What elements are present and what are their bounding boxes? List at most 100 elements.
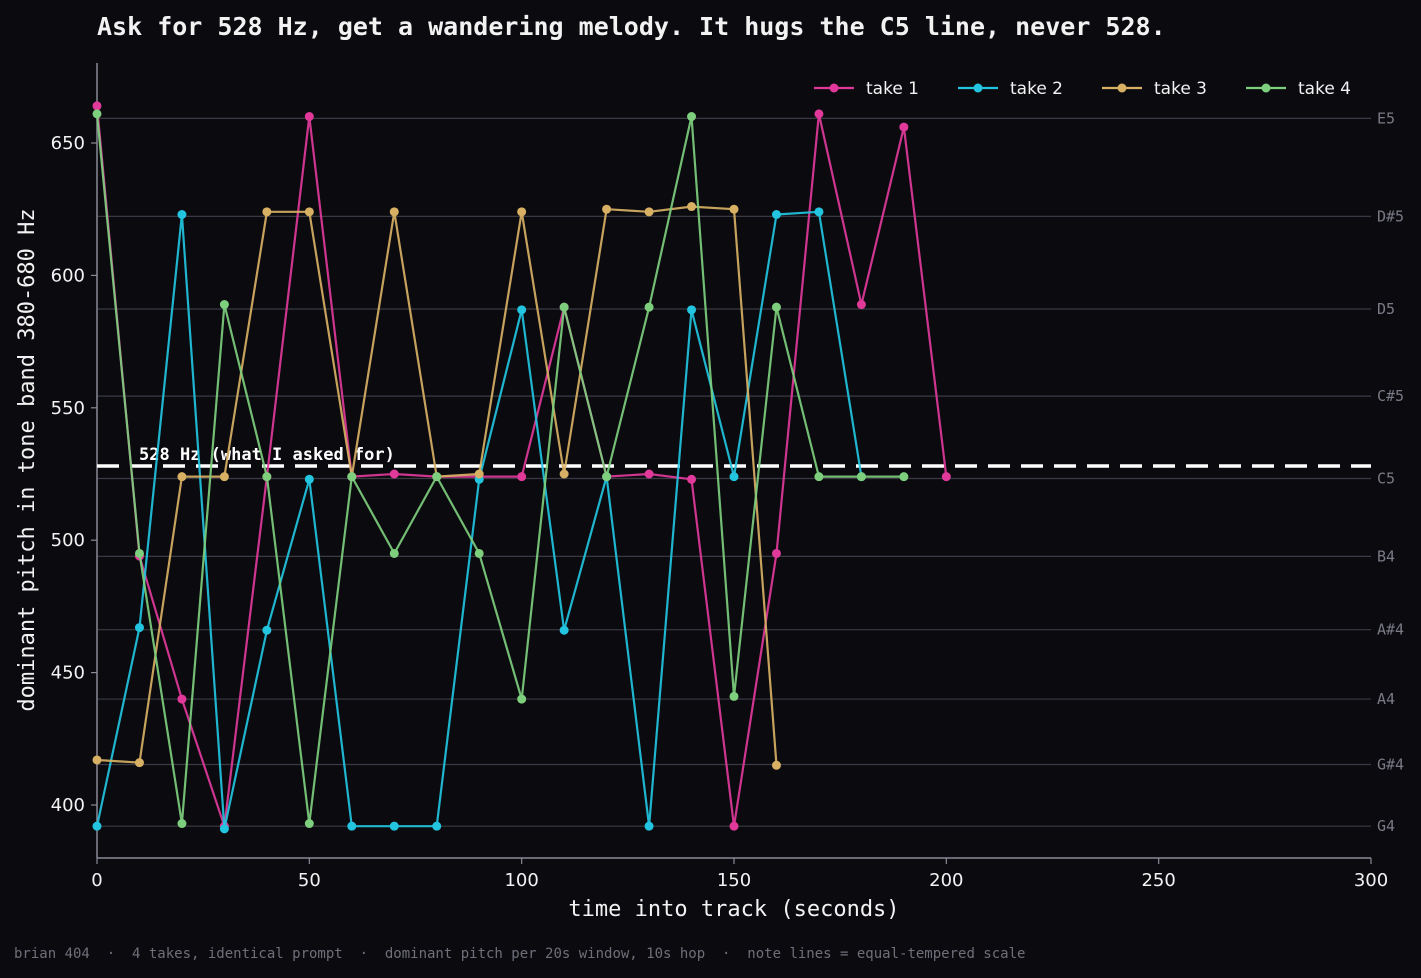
data-point-take-2 — [814, 207, 824, 217]
data-point-take-1 — [177, 694, 187, 704]
data-point-take-2 — [262, 625, 272, 635]
data-point-take-4 — [92, 109, 102, 119]
legend-marker-take-3 — [1117, 83, 1127, 93]
x-tick-label: 0 — [91, 870, 102, 891]
data-point-take-4 — [559, 302, 569, 312]
data-point-take-4 — [474, 548, 484, 558]
legend-label-take-2: take 2 — [1010, 79, 1063, 99]
data-point-take-3 — [644, 207, 654, 217]
data-point-take-4 — [134, 548, 144, 558]
data-point-take-1 — [771, 548, 781, 558]
data-point-take-4 — [687, 112, 697, 122]
data-point-take-2 — [517, 305, 527, 315]
data-point-take-4 — [347, 472, 357, 482]
data-point-take-4 — [389, 548, 399, 558]
note-label-b4: B4 — [1377, 547, 1395, 565]
data-point-take-2 — [559, 625, 569, 635]
legend-label-take-1: take 1 — [866, 79, 919, 99]
data-point-take-2 — [771, 209, 781, 219]
x-tick-label: 150 — [717, 870, 751, 891]
data-point-take-3 — [92, 755, 102, 765]
data-point-take-1 — [644, 469, 654, 479]
data-point-take-4 — [729, 691, 739, 701]
y-tick-label: 650 — [51, 133, 85, 154]
data-point-take-4 — [602, 472, 612, 482]
note-label-d5: D5 — [1377, 300, 1395, 318]
note-label-asharp4: A#4 — [1377, 621, 1404, 639]
data-point-take-3 — [474, 469, 484, 479]
data-point-take-3 — [517, 207, 527, 217]
y-tick-label: 400 — [51, 795, 85, 816]
note-label-dsharp5: D#5 — [1377, 207, 1404, 225]
data-point-take-1 — [856, 300, 866, 310]
legend-marker-take-4 — [1261, 83, 1271, 93]
data-point-take-2 — [304, 474, 314, 484]
data-point-take-2 — [347, 821, 357, 831]
x-tick-label: 250 — [1141, 870, 1175, 891]
legend-marker-take-1 — [829, 83, 839, 93]
y-tick-label: 450 — [51, 663, 85, 684]
data-point-take-1 — [304, 112, 314, 122]
x-tick-label: 50 — [298, 870, 321, 891]
reference-line-group: 528 Hz (what I asked for) — [97, 445, 1371, 468]
data-point-take-4 — [177, 819, 187, 829]
y-axis-label: dominant pitch in tone band 380-680 Hz — [15, 208, 40, 711]
data-point-take-1 — [729, 821, 739, 831]
series-line-take-4 — [95, 113, 904, 825]
y-tick-label: 550 — [51, 398, 85, 419]
data-point-take-2 — [687, 305, 697, 315]
data-point-take-2 — [729, 472, 739, 482]
y-tick-label: 500 — [51, 530, 85, 551]
data-point-take-2 — [177, 209, 187, 219]
legend-label-take-4: take 4 — [1298, 79, 1351, 99]
data-point-take-4 — [771, 302, 781, 312]
axes-group: 0 50 100 150 200 250 300 400 450 500 550 600 650 — [51, 63, 1388, 891]
data-point-take-3 — [134, 758, 144, 768]
data-point-take-4 — [432, 472, 442, 482]
x-tick-label: 200 — [929, 870, 963, 891]
note-label-a4: A4 — [1377, 690, 1395, 708]
legend: take 1 take 2 take 3 take 4 — [814, 79, 1351, 99]
legend-label-take-3: take 3 — [1154, 79, 1207, 99]
data-point-take-3 — [729, 204, 739, 214]
data-point-take-3 — [304, 207, 314, 217]
series-line-take-3 — [96, 205, 778, 766]
note-label-gsharp4: G#4 — [1377, 755, 1404, 773]
data-point-take-1 — [92, 101, 102, 111]
x-tick-label: 300 — [1354, 870, 1388, 891]
data-point-take-2 — [389, 821, 399, 831]
data-point-take-4 — [644, 302, 654, 312]
data-point-take-4 — [856, 472, 866, 482]
data-point-take-1 — [389, 469, 399, 479]
data-point-take-4 — [517, 694, 527, 704]
x-tick-label: 100 — [504, 870, 538, 891]
data-point-take-3 — [177, 472, 187, 482]
data-point-take-3 — [687, 202, 697, 212]
note-label-csharp5: C#5 — [1377, 387, 1404, 405]
data-point-take-3 — [219, 472, 229, 482]
note-label-e5: E5 — [1377, 109, 1395, 127]
y-tick-label: 600 — [51, 265, 85, 286]
series-line-take-2 — [95, 210, 863, 830]
x-axis-label: time into track (seconds) — [568, 897, 899, 922]
data-point-take-1 — [517, 472, 527, 482]
data-point-take-4 — [814, 472, 824, 482]
legend-marker-take-2 — [973, 83, 983, 93]
series-group — [92, 101, 951, 834]
data-point-take-4 — [219, 300, 229, 310]
chart-title: Ask for 528 Hz, get a wandering melody. … — [97, 12, 1166, 41]
data-point-take-1 — [814, 109, 824, 119]
footer-caption: brian 404 · 4 takes, identical prompt · … — [14, 946, 1026, 962]
data-point-take-2 — [92, 821, 102, 831]
data-point-take-3 — [771, 760, 781, 770]
data-point-take-1 — [899, 122, 909, 132]
note-label-c5: C5 — [1377, 470, 1395, 488]
data-point-take-4 — [304, 819, 314, 829]
data-point-take-3 — [602, 204, 612, 214]
note-label-g4: G4 — [1377, 817, 1395, 835]
data-point-take-2 — [644, 821, 654, 831]
data-point-take-1 — [687, 474, 697, 484]
data-point-take-2 — [134, 623, 144, 633]
data-point-take-3 — [262, 207, 272, 217]
data-point-take-4 — [262, 472, 272, 482]
